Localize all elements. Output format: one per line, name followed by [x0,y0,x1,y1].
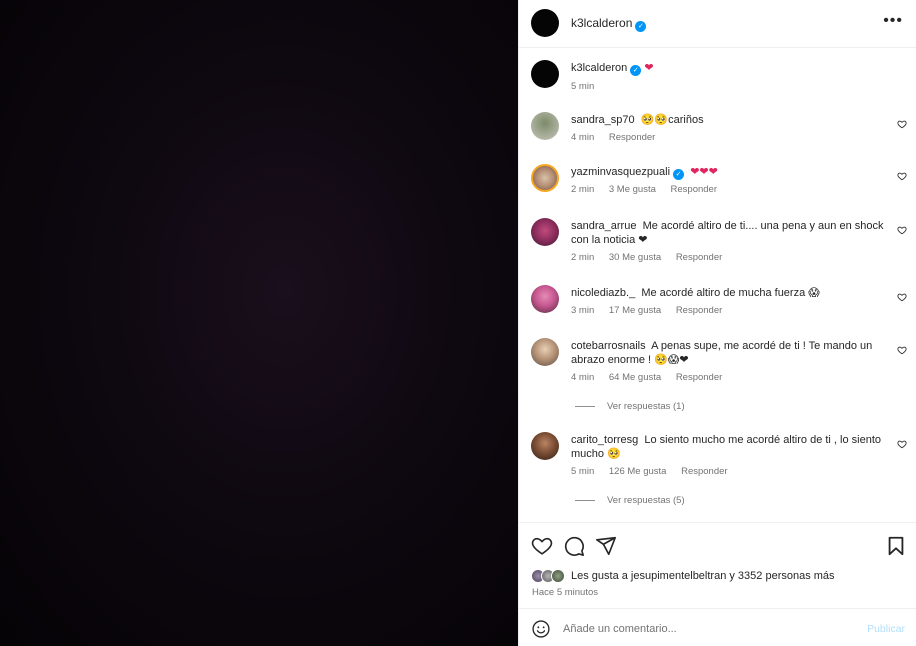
view-replies-button[interactable]: Ver respuestas (5) [575,495,685,506]
like-heart-icon[interactable] [531,535,553,557]
verified-badge-icon: ✓ [630,65,642,76]
comment-username[interactable]: nicolediazb._ [571,287,635,299]
like-comment-heart-icon[interactable] [897,345,907,355]
comment-time[interactable]: 3 min [571,305,594,316]
post-header: k3lcalderon ✓ ••• [519,0,916,48]
commenter-avatar[interactable] [531,338,559,366]
save-bookmark-icon[interactable] [885,535,907,557]
reply-button[interactable]: Responder [676,372,722,383]
like-comment-heart-icon[interactable] [897,439,907,449]
post-timestamp[interactable]: Hace 5 minutos [532,587,598,598]
post-modal: k3lcalderon✓ ••• k3lcalderon✓ ❤ 5 min [0,0,916,646]
liker-avatar[interactable] [551,569,565,583]
comment-text: nicolediazb._ Me acordé altiro de mucha … [571,287,820,299]
reply-button[interactable]: Responder [671,184,717,195]
comment-username[interactable]: sandra_arrue [571,220,636,232]
share-send-icon[interactable] [595,535,617,557]
commenter-avatar[interactable] [531,218,559,246]
comment-meta: 4 min Responder [571,132,667,143]
comment-likes[interactable]: 30 Me gusta [609,252,661,263]
commenter-avatar-story[interactable] [531,164,559,192]
reply-button[interactable]: Responder [676,252,722,263]
reply-button[interactable]: Responder [676,305,722,316]
comment-meta: 2 min 3 Me gusta Responder [571,184,729,195]
comment-text: sandra_sp70 🥺🥺cariños [571,114,704,126]
caption-time[interactable]: 5 min [571,81,594,92]
comment-text: yazminvasquezpuali ✓ ❤❤❤ [571,166,718,180]
more-options-icon[interactable]: ••• [883,13,903,29]
like-comment-heart-icon[interactable] [897,225,907,235]
comment-username[interactable]: carito_torresg [571,434,638,446]
comment-meta: 5 min 126 Me gusta Responder [571,466,740,477]
like-comment-heart-icon[interactable] [897,292,907,302]
heart-emoji: ❤ [644,62,654,74]
replies-divider [575,405,595,407]
publish-button[interactable]: Publicar [867,623,905,635]
comment-text: carito_torresg Lo siento mucho me acordé… [571,434,882,460]
comment-input[interactable] [563,618,853,640]
comment-time[interactable]: 5 min [571,466,594,477]
caption-meta: 5 min [571,81,606,92]
comment-meta: 2 min 30 Me gusta Responder [571,252,734,263]
author-avatar[interactable] [531,9,559,37]
emoji-icon[interactable] [531,619,551,639]
comment-likes[interactable]: 3 Me gusta [609,184,656,195]
comment-username[interactable]: yazminvasquezpuali [571,166,670,178]
comment-likes[interactable]: 126 Me gusta [609,466,667,477]
comment-meta: 4 min 64 Me gusta Responder [571,372,734,383]
view-replies-button[interactable]: Ver respuestas (1) [575,401,685,412]
comment-username[interactable]: cotebarrosnails [571,340,646,352]
verified-badge-icon: ✓ [673,169,685,180]
caption-username[interactable]: k3lcalderon [571,62,627,74]
reply-button[interactable]: Responder [609,132,655,143]
like-comment-heart-icon[interactable] [897,119,907,129]
comment-likes[interactable]: 64 Me gusta [609,372,661,383]
post-image[interactable] [0,0,518,646]
reply-button[interactable]: Responder [681,466,727,477]
comment-text: cotebarrosnails A penas supe, me acordé … [571,340,873,366]
verified-badge-icon: ✓ [635,21,647,32]
comments-panel: k3lcalderon✓ ••• k3lcalderon✓ ❤ 5 min [518,0,916,646]
replies-divider [575,499,595,501]
comment-time[interactable]: 2 min [571,184,594,195]
commenter-avatar[interactable] [531,285,559,313]
comment-likes[interactable]: 17 Me gusta [609,305,661,316]
commenter-avatar[interactable] [531,432,559,460]
comment-text: sandra_arrue Me acordé altiro de ti.... … [571,220,884,246]
comment-time[interactable]: 2 min [571,252,594,263]
comments-list: k3lcalderon ✓ ❤ 5 min sandra_sp70 🥺🥺cariñ… [519,48,916,522]
comment-username[interactable]: sandra_sp70 [571,114,635,126]
author-username[interactable]: k3lcalderon ✓ [571,16,647,32]
commenter-avatar[interactable] [531,112,559,140]
comment-time[interactable]: 4 min [571,132,594,143]
caption-author-avatar[interactable] [531,60,559,88]
comment-composer: Publicar [519,608,916,646]
comment-meta: 3 min 17 Me gusta Responder [571,305,734,316]
comment-time[interactable]: 4 min [571,372,594,383]
like-comment-heart-icon[interactable] [897,171,907,181]
caption-text: k3lcalderon ✓ ❤ [571,61,889,76]
likes-count[interactable]: Les gusta a jesupimentelbeltran y 3352 p… [571,570,835,582]
comment-bubble-icon[interactable] [563,535,585,557]
likes-summary: Les gusta a jesupimentelbeltran y 3352 p… [531,567,835,585]
post-actions: Les gusta a jesupimentelbeltran y 3352 p… [519,522,916,608]
